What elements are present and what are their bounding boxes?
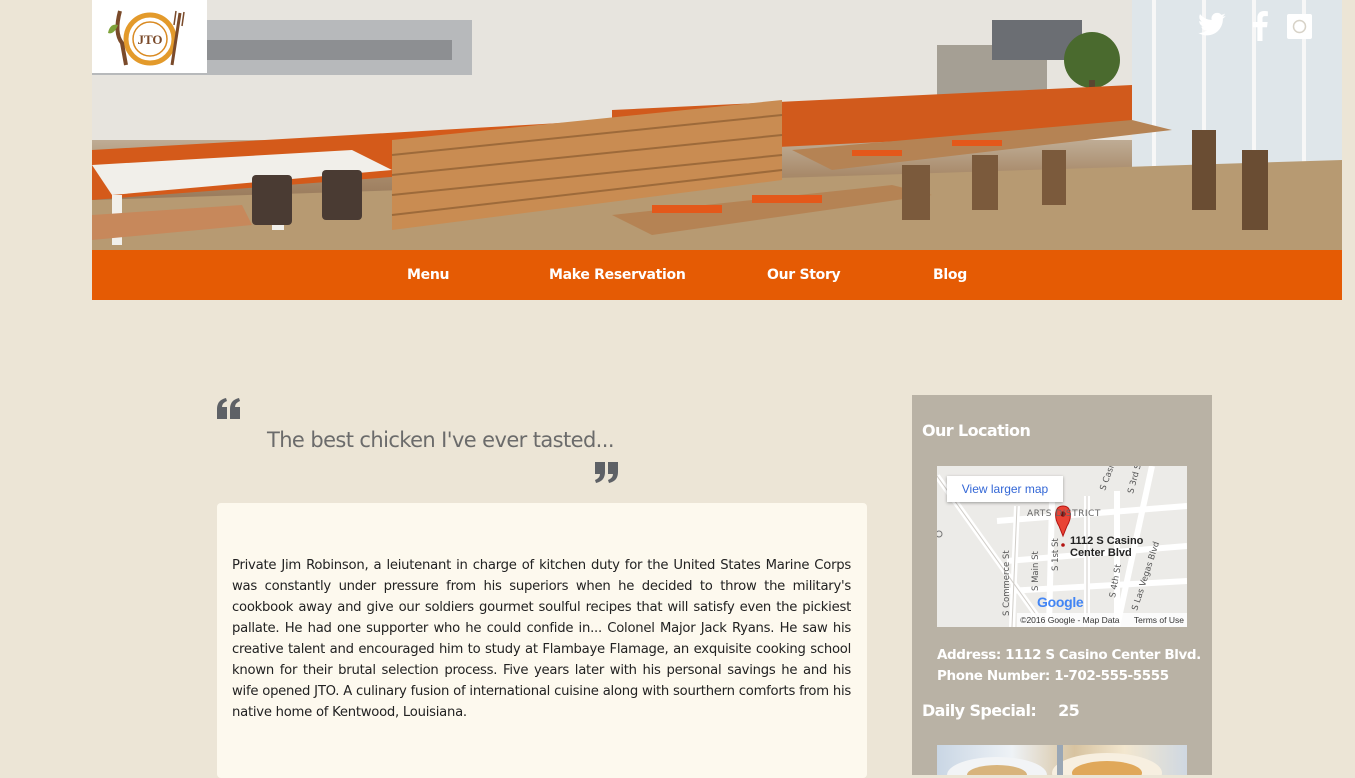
street-label: S 1st St: [1051, 538, 1061, 571]
location-map[interactable]: S Casino S 3rd St S Commerce St S Main S…: [937, 466, 1187, 627]
contact-info: Address: 1112 S Casino Center Blvd. Phon…: [937, 645, 1201, 687]
google-logo: Google: [1037, 594, 1084, 610]
location-sidebar: Our Location S Casino S 3rd St S Commerc…: [912, 395, 1212, 775]
logo-mark: JTO: [107, 9, 185, 65]
quote-open-icon: [217, 398, 241, 425]
view-larger-map-button[interactable]: View larger map: [947, 476, 1063, 502]
map-place-line2: Center Blvd: [1070, 547, 1132, 559]
google-logo-text: Google: [1037, 594, 1084, 610]
testimonial-quote: The best chicken I've ever tasted...: [267, 428, 615, 452]
street-label: S Main St: [1031, 551, 1041, 591]
story-card: Private Jim Robinson, a leiutenant in ch…: [217, 503, 867, 778]
nav-menu[interactable]: Menu: [407, 250, 449, 300]
map-data-text: ©2016 Google - Map Data: [1020, 615, 1120, 625]
story-text: Private Jim Robinson, a leiutenant in ch…: [232, 558, 851, 720]
instagram-icon[interactable]: [1286, 13, 1313, 45]
terms-of-use-link[interactable]: Terms of Use: [1134, 615, 1184, 625]
phone-text: Phone Number: 1-702-555-5555: [937, 668, 1169, 684]
logo[interactable]: JTO: [92, 0, 207, 73]
quote-close-icon: [594, 461, 618, 488]
food-photo: [937, 745, 1187, 775]
map-attribution: ©2016 Google - Map Data Terms of Use: [1017, 613, 1187, 627]
sidebar-title: Our Location: [922, 421, 1031, 440]
hero-image: [92, 0, 1342, 250]
map-place-line1: 1112 S Casino: [1070, 535, 1144, 547]
logo-text: JTO: [137, 32, 162, 47]
main-nav: Menu Make Reservation Our Story Blog: [92, 250, 1342, 300]
nav-make-reservation[interactable]: Make Reservation: [549, 250, 686, 300]
nav-our-story[interactable]: Our Story: [767, 250, 841, 300]
address-text: Address: 1112 S Casino Center Blvd.: [937, 647, 1201, 663]
restaurant-interior-illustration: [92, 0, 1342, 250]
daily-special-value: 25: [1058, 701, 1080, 720]
district-label: ARTS DISTRICT: [1027, 509, 1101, 519]
twitter-icon[interactable]: [1196, 10, 1228, 45]
nav-blog[interactable]: Blog: [933, 250, 967, 300]
daily-special: Daily Special: 25: [922, 701, 1080, 720]
street-label: S Commerce St: [1002, 550, 1012, 616]
daily-special-label: Daily Special:: [922, 701, 1037, 720]
facebook-icon[interactable]: [1251, 11, 1269, 46]
